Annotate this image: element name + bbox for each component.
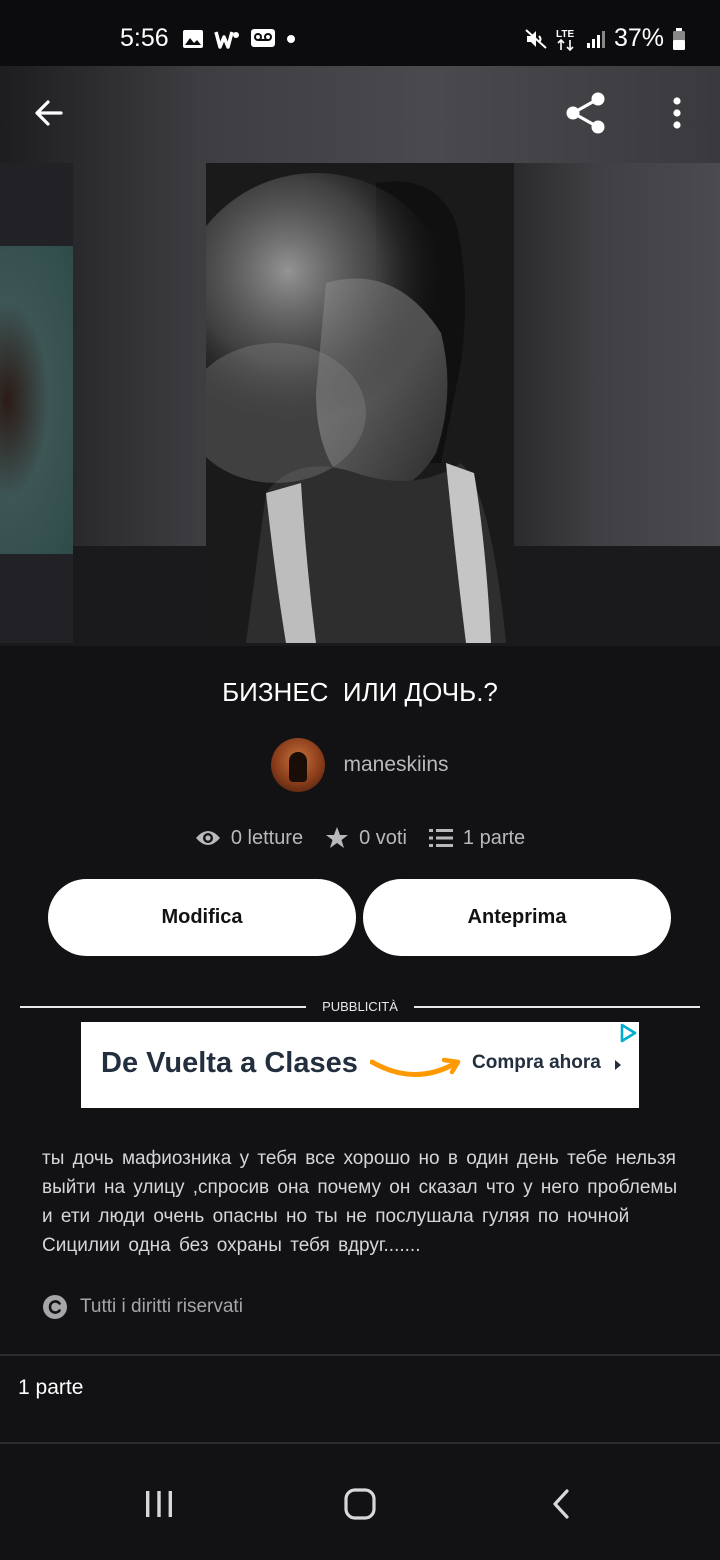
system-nav-bar xyxy=(0,1446,720,1560)
mute-icon xyxy=(525,28,547,49)
home-icon xyxy=(344,1488,376,1520)
next-story-cover-area xyxy=(514,163,720,546)
edit-button[interactable]: Modifica xyxy=(48,879,356,956)
ad-cta[interactable]: Compra ahora xyxy=(472,1052,601,1074)
cover-artwork xyxy=(206,163,514,643)
votes-stat: 0 voti xyxy=(325,826,407,850)
eye-icon xyxy=(195,831,220,845)
avatar-person-shape xyxy=(289,752,308,782)
battery-percent: 37% xyxy=(613,24,664,52)
recents-icon xyxy=(146,1491,172,1517)
arrow-left-icon xyxy=(35,100,63,126)
more-options-button[interactable] xyxy=(647,83,707,143)
story-title: БИЗНЕС ИЛИ ДОЧЬ.? xyxy=(222,677,498,707)
author-row[interactable]: maneskiins xyxy=(0,737,720,793)
copyright-row: Tutti i diritti riservati xyxy=(42,1294,243,1320)
home-button[interactable] xyxy=(330,1474,390,1534)
nav-back-button[interactable] xyxy=(531,1474,591,1534)
section-divider-top xyxy=(0,1354,720,1356)
previous-story-cover[interactable] xyxy=(0,163,73,643)
section-divider-bottom xyxy=(0,1442,720,1444)
status-indicators: LTE 37% xyxy=(524,24,686,53)
previous-cover-image xyxy=(0,246,73,554)
status-time: 5:56 xyxy=(120,24,169,52)
ad-divider-right xyxy=(414,1006,700,1008)
parts-stat: 1 parte xyxy=(428,826,526,850)
battery-icon xyxy=(673,27,685,50)
signal-icon xyxy=(586,30,605,48)
preview-button[interactable]: Anteprima xyxy=(363,879,671,956)
reads-count: 0 letture xyxy=(230,826,304,849)
parts-list-item[interactable]: 1 parte xyxy=(18,1376,83,1400)
copyright-icon xyxy=(43,1295,67,1319)
share-icon xyxy=(566,92,605,134)
recents-button[interactable] xyxy=(129,1474,189,1534)
lte-icon: LTE xyxy=(556,29,574,51)
back-button[interactable] xyxy=(19,83,79,143)
ad-headline: De Vuelta a Clases xyxy=(101,1047,358,1079)
parts-count: 1 parte xyxy=(462,826,526,849)
story-description: ты дочь мафиозника у тебя все хорошо но … xyxy=(42,1148,678,1256)
more-vertical-icon xyxy=(673,97,681,129)
adchoices-icon[interactable] xyxy=(617,1022,639,1044)
star-icon xyxy=(326,827,349,848)
voicemail-notification-icon xyxy=(251,29,275,47)
reads-stat: 0 letture xyxy=(195,827,303,850)
story-details-screen: 5:56 LTE 37% БИЗНЕС ИЛИ ДОЧЬ.? maneskiin… xyxy=(0,0,720,1560)
votes-count: 0 voti xyxy=(359,826,407,849)
wattpad-notification-icon xyxy=(214,31,239,49)
status-bar: 5:56 LTE 37% xyxy=(0,0,720,66)
share-button[interactable] xyxy=(556,83,616,143)
svg-text:LTE: LTE xyxy=(556,29,574,40)
nav-back-icon xyxy=(553,1489,569,1519)
avatar[interactable] xyxy=(271,738,326,792)
ad-label-row: PUBBLICITÀ xyxy=(20,996,700,1018)
ad-banner[interactable]: De Vuelta a Clases Compra ahora xyxy=(81,1022,639,1108)
notification-icons xyxy=(182,28,296,50)
gallery-notification-icon xyxy=(183,30,203,48)
list-icon xyxy=(428,829,453,847)
story-stats: 0 letture 0 voti 1 parte xyxy=(0,820,720,856)
copyright-text: Tutti i diritti riservati xyxy=(80,1296,243,1317)
amazon-smile-icon xyxy=(370,1057,461,1077)
story-cover-image[interactable] xyxy=(206,163,514,643)
dot-indicator-icon xyxy=(287,35,295,43)
caret-right-icon xyxy=(615,1060,621,1070)
author-name[interactable]: maneskiins xyxy=(343,753,448,777)
